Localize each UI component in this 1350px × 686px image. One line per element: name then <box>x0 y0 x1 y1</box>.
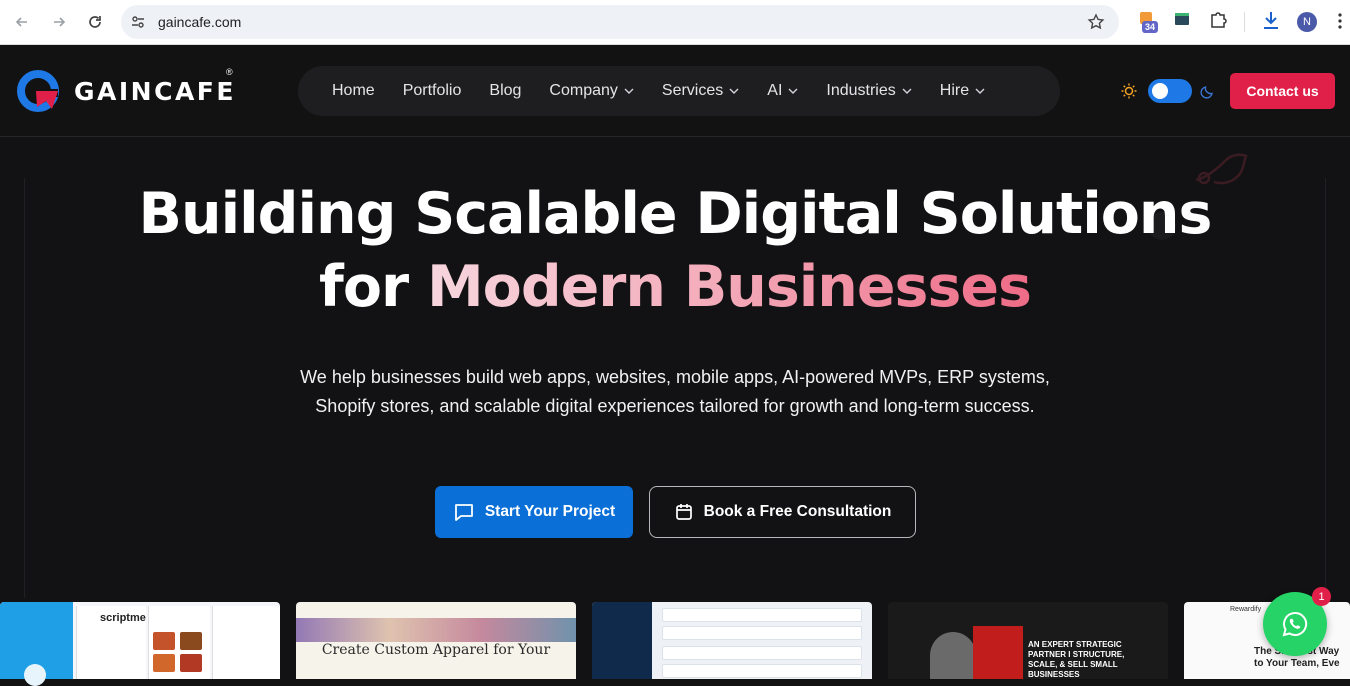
nav-industries-label: Industries <box>826 82 896 99</box>
theme-switcher <box>1120 79 1216 103</box>
nav-blog[interactable]: Blog <box>475 82 535 100</box>
nav-services[interactable]: Services <box>648 82 753 100</box>
site-header: GAINCAFE ® Home Portfolio Blog Company S… <box>0 46 1350 137</box>
nav-home[interactable]: Home <box>318 82 389 100</box>
gaincafe-logo-mark-icon <box>17 70 59 112</box>
bookmark-star-icon <box>1087 13 1105 30</box>
book-consultation-button[interactable]: Book a Free Consultation <box>649 486 916 538</box>
whatsapp-icon <box>1282 611 1308 637</box>
card-brand-label: Rewardify <box>1230 606 1262 613</box>
calendar-icon <box>675 504 692 520</box>
nav-industries[interactable]: Industries <box>812 82 925 100</box>
arrow-left-icon <box>15 17 27 27</box>
menu-kebab-icon[interactable] <box>1338 13 1342 29</box>
card-portrait <box>930 632 976 679</box>
extension-clapper-icon[interactable] <box>1173 10 1191 28</box>
hero-title: Building Scalable Digital Solutions for … <box>0 178 1350 324</box>
book-consultation-label: Book a Free Consultation <box>703 503 892 520</box>
nav-portfolio-label: Portfolio <box>402 82 462 99</box>
portfolio-card-strategic-partner[interactable]: AN EXPERT STRATEGIC PARTNER I STRUCTURE,… <box>888 602 1168 679</box>
hero-title-highlight: Modern Businesses <box>426 254 1032 320</box>
card-row <box>662 646 862 660</box>
card-red-cross <box>973 626 1023 679</box>
profile-avatar[interactable]: N <box>1297 12 1317 32</box>
hero-subtitle: We help businesses build web apps, websi… <box>300 367 1050 416</box>
url-text[interactable]: gaincafe.com <box>158 14 241 30</box>
nav-home-label: Home <box>332 82 375 99</box>
extension-badge: 34 <box>1142 21 1159 33</box>
card-headline: AN EXPERT STRATEGIC PARTNER I STRUCTURE,… <box>1028 640 1125 679</box>
card-row <box>662 608 862 622</box>
back-button[interactable] <box>4 4 40 40</box>
toggle-knob <box>1152 83 1168 99</box>
card-screen-panel <box>212 606 280 679</box>
forward-button[interactable] <box>41 4 77 40</box>
nav-company[interactable]: Company <box>535 82 647 100</box>
download-icon[interactable] <box>1262 10 1280 30</box>
hero-title-line1: Building Scalable Digital Solutions <box>138 181 1213 247</box>
moon-icon <box>1200 86 1213 99</box>
hero-title-line2-prefix: for <box>319 254 427 320</box>
card-thumbnail <box>153 632 175 650</box>
portfolio-card-dashboard[interactable] <box>592 602 872 679</box>
nav-services-label: Services <box>661 82 724 99</box>
main-nav: Home Portfolio Blog Company Services AI … <box>298 66 1060 116</box>
start-project-button[interactable]: Start Your Project <box>435 486 633 538</box>
address-bar[interactable]: gaincafe.com <box>121 5 1119 39</box>
nav-hire-label: Hire <box>939 82 970 99</box>
card-fabric-strip <box>296 618 576 642</box>
reload-button[interactable] <box>77 4 113 40</box>
chat-widget-icon[interactable] <box>24 664 46 686</box>
nav-hire[interactable]: Hire <box>926 82 999 100</box>
sun-icon <box>1121 83 1137 99</box>
card-sidebar <box>592 602 652 679</box>
chevron-down-icon <box>729 88 739 94</box>
chevron-down-icon <box>902 88 912 94</box>
chat-message-icon <box>454 504 473 521</box>
nav-company-label: Company <box>549 82 618 99</box>
reload-icon <box>89 16 101 28</box>
chevron-down-icon <box>975 88 985 94</box>
whatsapp-notification-badge: 1 <box>1312 587 1331 606</box>
contact-us-button[interactable]: Contact us <box>1230 73 1335 109</box>
chevron-down-icon <box>788 88 798 94</box>
card-thumbnail <box>180 654 202 672</box>
start-project-label: Start Your Project <box>484 503 616 520</box>
puzzle-icon[interactable] <box>1209 10 1227 28</box>
theme-toggle[interactable] <box>1148 79 1192 103</box>
card-row <box>662 626 862 640</box>
nav-portfolio[interactable]: Portfolio <box>389 82 476 100</box>
browser-toolbar: gaincafe.com 34 N <box>0 0 1350 45</box>
nav-ai[interactable]: AI <box>753 82 812 100</box>
logo-registered-mark: ® <box>226 67 233 77</box>
toolbar-separator <box>1244 12 1245 32</box>
site-settings-icon <box>132 16 144 28</box>
chevron-down-icon <box>624 88 634 94</box>
card-thumbnail <box>153 654 175 672</box>
card-row <box>662 664 862 678</box>
portfolio-card-apparel[interactable]: Create Custom Apparel for Your <box>296 602 576 679</box>
card-brand-label: scriptme <box>100 612 146 624</box>
nav-blog-label: Blog <box>489 82 522 99</box>
card-thumbnail <box>180 632 202 650</box>
card-heading: Create Custom Apparel for Your <box>321 642 551 658</box>
nav-ai-label: AI <box>767 82 783 99</box>
arrow-right-icon <box>54 17 66 27</box>
site-logo[interactable]: GAINCAFE ® <box>16 67 236 113</box>
logo-text: GAINCAFE <box>74 76 236 106</box>
